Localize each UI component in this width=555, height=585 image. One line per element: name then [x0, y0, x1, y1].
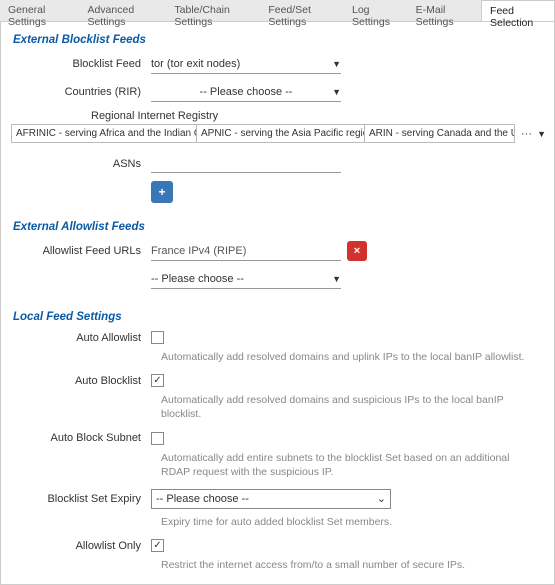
- tab-log[interactable]: Log Settings: [344, 0, 408, 21]
- rir-multiselect[interactable]: AFRINIC - serving Africa and the Indian …: [11, 124, 544, 143]
- asns-input[interactable]: [151, 155, 341, 173]
- auto-block-subnet-checkbox[interactable]: [151, 432, 164, 445]
- chevron-down-icon: ▼: [332, 274, 341, 284]
- section-ext-block: External Blocklist Feeds: [13, 34, 544, 46]
- tab-table-chain[interactable]: Table/Chain Settings: [166, 0, 260, 21]
- tab-general[interactable]: General Settings: [0, 0, 79, 21]
- auto-blocklist-help: Automatically add resolved domains and s…: [161, 393, 541, 421]
- allowlist-only-checkbox[interactable]: ✓: [151, 539, 164, 552]
- chevron-down-icon: ▼: [332, 87, 341, 97]
- rir-option-afrinic[interactable]: AFRINIC - serving Africa and the Indian …: [11, 124, 197, 143]
- remove-allowlist-button[interactable]: ×: [347, 241, 367, 261]
- allowlist-only-help: Restrict the internet access from/to a s…: [161, 558, 541, 572]
- rir-option-arin[interactable]: ARIN - serving Canada and the United Sta…: [365, 124, 515, 143]
- blocklist-feed-label: Blocklist Feed: [11, 58, 151, 70]
- allowlist-extra-value: -- Please choose --: [151, 273, 244, 285]
- countries-select[interactable]: -- Please choose -- ▼: [151, 82, 341, 102]
- allowlist-url-field[interactable]: France IPv4 (RIPE): [151, 241, 341, 261]
- asns-label: ASNs: [11, 158, 151, 170]
- auto-allowlist-checkbox[interactable]: [151, 331, 164, 344]
- tab-feed-set[interactable]: Feed/Set Settings: [260, 0, 344, 21]
- blocklist-expiry-label: Blocklist Set Expiry: [11, 493, 151, 505]
- allowlist-url-value: France IPv4 (RIPE): [151, 245, 246, 257]
- ellipsis-icon: ···: [521, 128, 532, 140]
- tab-email[interactable]: E-Mail Settings: [408, 0, 481, 21]
- section-ext-allow: External Allowlist Feeds: [13, 221, 544, 233]
- add-asn-button[interactable]: +: [151, 181, 173, 203]
- countries-label: Countries (RIR): [11, 86, 151, 98]
- panel: External Blocklist Feeds Blocklist Feed …: [0, 22, 555, 585]
- section-local: Local Feed Settings: [13, 311, 544, 323]
- chevron-down-icon: ▼: [332, 59, 341, 69]
- chevron-down-icon[interactable]: ▼: [537, 129, 546, 139]
- tab-feed-selection[interactable]: Feed Selection: [481, 0, 555, 21]
- chevron-down-icon: ⌄: [377, 492, 386, 505]
- allowlist-extra-select[interactable]: -- Please choose -- ▼: [151, 269, 341, 289]
- rir-label: Regional Internet Registry: [11, 110, 218, 122]
- tabbar: General Settings Advanced Settings Table…: [0, 0, 555, 22]
- blocklist-feed-value: tor (tor exit nodes): [151, 58, 240, 70]
- blocklist-feed-select[interactable]: tor (tor exit nodes) ▼: [151, 54, 341, 74]
- allowlist-urls-label: Allowlist Feed URLs: [11, 245, 151, 257]
- auto-blocklist-label: Auto Blocklist: [11, 375, 151, 387]
- countries-value: -- Please choose --: [200, 86, 293, 98]
- blocklist-expiry-value: -- Please choose --: [156, 493, 249, 505]
- auto-allowlist-label: Auto Allowlist: [11, 332, 151, 344]
- blocklist-expiry-select[interactable]: -- Please choose -- ⌄: [151, 489, 391, 509]
- auto-block-subnet-label: Auto Block Subnet: [11, 432, 151, 444]
- allowlist-only-label: Allowlist Only: [11, 540, 151, 552]
- auto-block-subnet-help: Automatically add entire subnets to the …: [161, 451, 541, 479]
- auto-allowlist-help: Automatically add resolved domains and u…: [161, 350, 541, 364]
- blocklist-expiry-help: Expiry time for auto added blocklist Set…: [161, 515, 541, 529]
- tab-advanced[interactable]: Advanced Settings: [79, 0, 166, 21]
- auto-blocklist-checkbox[interactable]: ✓: [151, 374, 164, 387]
- rir-option-apnic[interactable]: APNIC - serving the Asia Pacific region: [197, 124, 365, 143]
